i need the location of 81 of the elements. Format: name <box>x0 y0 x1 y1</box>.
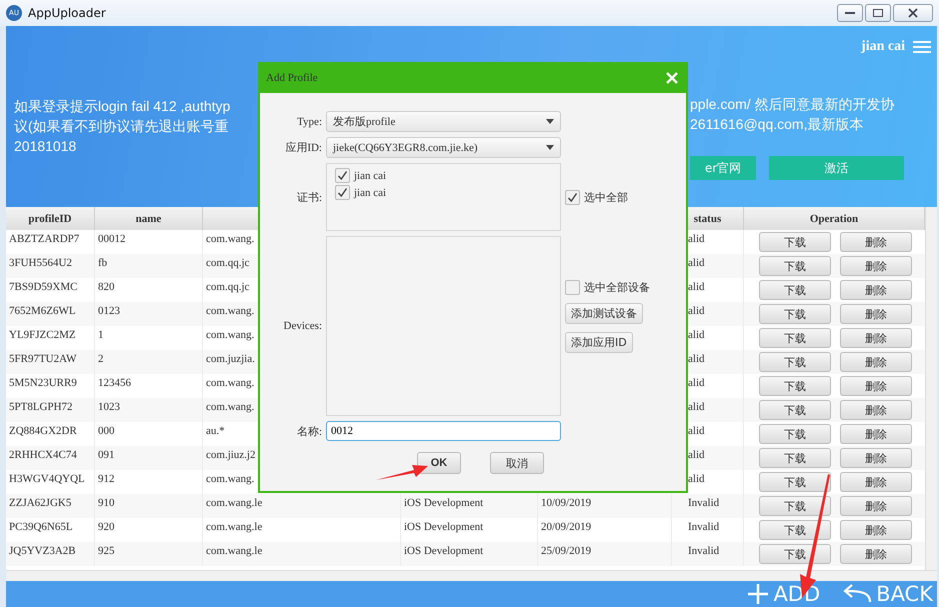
download-button[interactable]: 下载 <box>759 424 831 444</box>
download-button[interactable]: 下载 <box>759 400 831 420</box>
notice-text: pple.com/ 然后同意最新的开发协 <box>690 95 896 114</box>
name-input[interactable]: 0012 <box>326 421 561 441</box>
download-button[interactable]: 下载 <box>759 520 831 540</box>
back-arrow-icon <box>842 584 872 604</box>
check-icon <box>567 192 578 202</box>
vertical-scrollbar[interactable] <box>925 207 937 570</box>
delete-button[interactable]: 删除 <box>840 376 912 396</box>
download-button[interactable]: 下载 <box>759 448 831 468</box>
table-cell: JQ5YVZ3A2B <box>6 542 95 566</box>
add-device-button[interactable]: 添加测试设备 <box>565 303 643 324</box>
select-all-devices-checkbox[interactable]: 选中全部设备 <box>565 280 650 295</box>
checkbox-label: jian cai <box>354 170 386 182</box>
checkbox[interactable] <box>565 280 580 295</box>
checkbox-label: 选中全部 <box>584 190 628 204</box>
checkbox[interactable] <box>565 190 580 204</box>
caret-icon <box>546 145 554 150</box>
download-button[interactable]: 下载 <box>759 472 831 492</box>
download-button[interactable]: 下载 <box>759 232 831 252</box>
checkbox-label: 选中全部设备 <box>584 280 650 295</box>
checkbox[interactable] <box>335 185 350 200</box>
notice-text: 议(如果看不到协议请先退出账号重 <box>14 117 230 136</box>
field-label: Type: <box>297 116 322 128</box>
caret-icon <box>546 119 554 124</box>
notice-text: 如果登录提示login fail 412 ,authtyp <box>14 97 232 116</box>
close-button[interactable] <box>893 4 933 22</box>
delete-button[interactable]: 删除 <box>840 472 912 492</box>
delete-button[interactable]: 删除 <box>840 328 912 348</box>
download-button[interactable]: 下载 <box>759 304 831 324</box>
cancel-button[interactable]: 取消 <box>490 452 544 474</box>
select-all-checkbox[interactable]: 选中全部 <box>565 190 628 204</box>
table-cell: 25/09/2019 <box>538 542 672 566</box>
field-label: 应用ID: <box>285 140 322 155</box>
download-button[interactable]: 下载 <box>759 376 831 396</box>
plus-icon <box>747 583 770 605</box>
delete-button[interactable]: 删除 <box>840 400 912 420</box>
table-cell: iOS Development <box>401 542 538 566</box>
close-icon[interactable] <box>666 72 678 84</box>
delete-button[interactable]: 删除 <box>840 424 912 444</box>
download-button[interactable]: 下载 <box>759 328 831 348</box>
notice-text: 2611616@qq.com,最新版本 <box>690 115 864 134</box>
checkbox[interactable] <box>335 168 350 183</box>
check-icon <box>337 187 348 198</box>
maximize-button[interactable] <box>865 4 891 22</box>
delete-button[interactable]: 删除 <box>840 544 912 564</box>
delete-button[interactable]: 删除 <box>840 496 912 516</box>
delete-button[interactable]: 删除 <box>840 256 912 276</box>
app-id-dropdown[interactable]: jieke(CQ66Y3EGR8.com.jie.ke) <box>326 137 561 158</box>
minimize-button[interactable] <box>837 4 863 22</box>
delete-button[interactable]: 删除 <box>840 352 912 372</box>
delete-button[interactable]: 删除 <box>840 520 912 540</box>
delete-button[interactable]: 删除 <box>840 448 912 468</box>
checkbox-label: jian cai <box>354 186 386 198</box>
delete-button[interactable]: 删除 <box>840 304 912 324</box>
maximize-icon <box>873 9 883 17</box>
window-title: AppUploader <box>28 6 106 20</box>
dialog-title: Add Profile <box>266 72 318 84</box>
notice-text: 20181018 <box>14 137 78 156</box>
minimize-icon <box>845 11 855 15</box>
user-name: jian cai <box>861 39 905 55</box>
close-icon <box>908 8 918 18</box>
type-dropdown[interactable]: 发布版profile <box>326 111 561 132</box>
delete-button[interactable]: 删除 <box>840 232 912 252</box>
table-cell: 925 <box>95 542 203 566</box>
table-cell: Invalid <box>672 542 744 566</box>
horizontal-scrollbar[interactable] <box>6 570 937 581</box>
download-button[interactable]: 下载 <box>759 496 831 516</box>
download-button[interactable]: 下载 <box>759 544 831 564</box>
download-button[interactable]: 下载 <box>759 256 831 276</box>
certificate-item[interactable]: jian cai <box>335 168 560 183</box>
field-label: 证书: <box>296 190 322 204</box>
table-cell: com.wang.le <box>203 542 401 566</box>
download-button[interactable]: 下载 <box>759 352 831 372</box>
download-button[interactable]: 下载 <box>759 280 831 300</box>
check-icon <box>337 170 348 181</box>
ok-button[interactable]: OK <box>417 452 461 474</box>
delete-button[interactable]: 删除 <box>840 280 912 300</box>
certificate-item[interactable]: jian cai <box>335 185 560 200</box>
field-label: 名称: <box>296 424 322 438</box>
add-app-id-button[interactable]: 添加应用ID <box>565 332 633 353</box>
